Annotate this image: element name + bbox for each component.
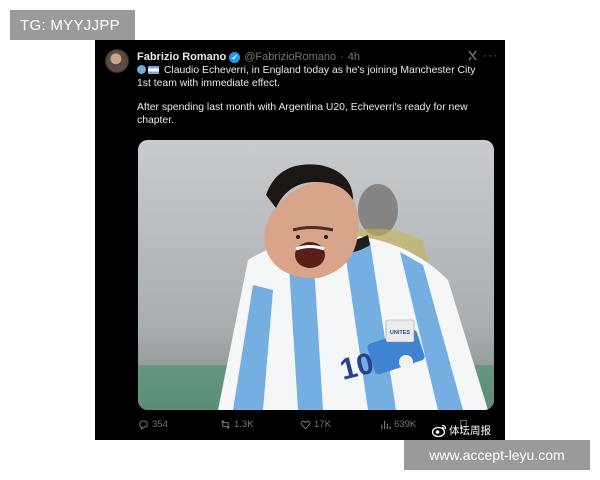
argentina-flag-icon — [148, 66, 159, 74]
more-icon[interactable]: ··· — [483, 49, 498, 61]
repost-button[interactable]: 1.3K — [220, 419, 254, 430]
heart-icon — [300, 420, 311, 429]
repost-count: 1.3K — [234, 418, 254, 430]
tweet-header: Fabrizio Romano ✓ @FabrizioRomano · 4h — [137, 49, 360, 65]
avatar[interactable] — [105, 49, 129, 73]
url-watermark: www.accept-leyu.com — [404, 440, 590, 470]
view-count: 639K — [394, 418, 417, 430]
tweet-text-first: Claudio Echeverri, in England today as h… — [137, 65, 476, 89]
blue-circle-emoji-icon — [137, 65, 146, 74]
author-name[interactable]: Fabrizio Romano — [137, 51, 226, 63]
author-handle[interactable]: @FabrizioRomano — [244, 51, 336, 63]
reply-button[interactable]: 354 — [138, 419, 168, 430]
reply-icon — [139, 419, 148, 430]
player-photo-illustration: UNITES 10 — [138, 140, 494, 410]
time-separator: · — [340, 51, 344, 63]
tweet-body: Claudio Echeverri, in England today as h… — [137, 64, 492, 138]
weibo-icon — [432, 424, 447, 437]
like-button[interactable]: 17K — [300, 419, 331, 430]
tweet-text-second: After spending last month with Argentina… — [137, 102, 468, 126]
grok-icon[interactable] — [467, 50, 478, 61]
sleeve-badge-text: UNITES — [390, 330, 411, 336]
repost-icon — [221, 419, 230, 429]
weibo-watermark: 体坛周报 — [432, 423, 491, 437]
views-button[interactable]: 639K — [380, 419, 416, 430]
weibo-account-label: 体坛周报 — [449, 424, 491, 437]
verified-badge-icon: ✓ — [229, 51, 241, 63]
views-icon — [381, 420, 391, 429]
tweet-card: Fabrizio Romano ✓ @FabrizioRomano · 4h ·… — [95, 40, 505, 440]
like-count: 17K — [314, 418, 331, 430]
tg-watermark: TG: MYYJJPP — [10, 10, 135, 40]
post-time[interactable]: 4h — [348, 51, 360, 63]
tweet-photo[interactable]: UNITES 10 — [138, 140, 494, 410]
reply-count: 354 — [152, 418, 168, 430]
